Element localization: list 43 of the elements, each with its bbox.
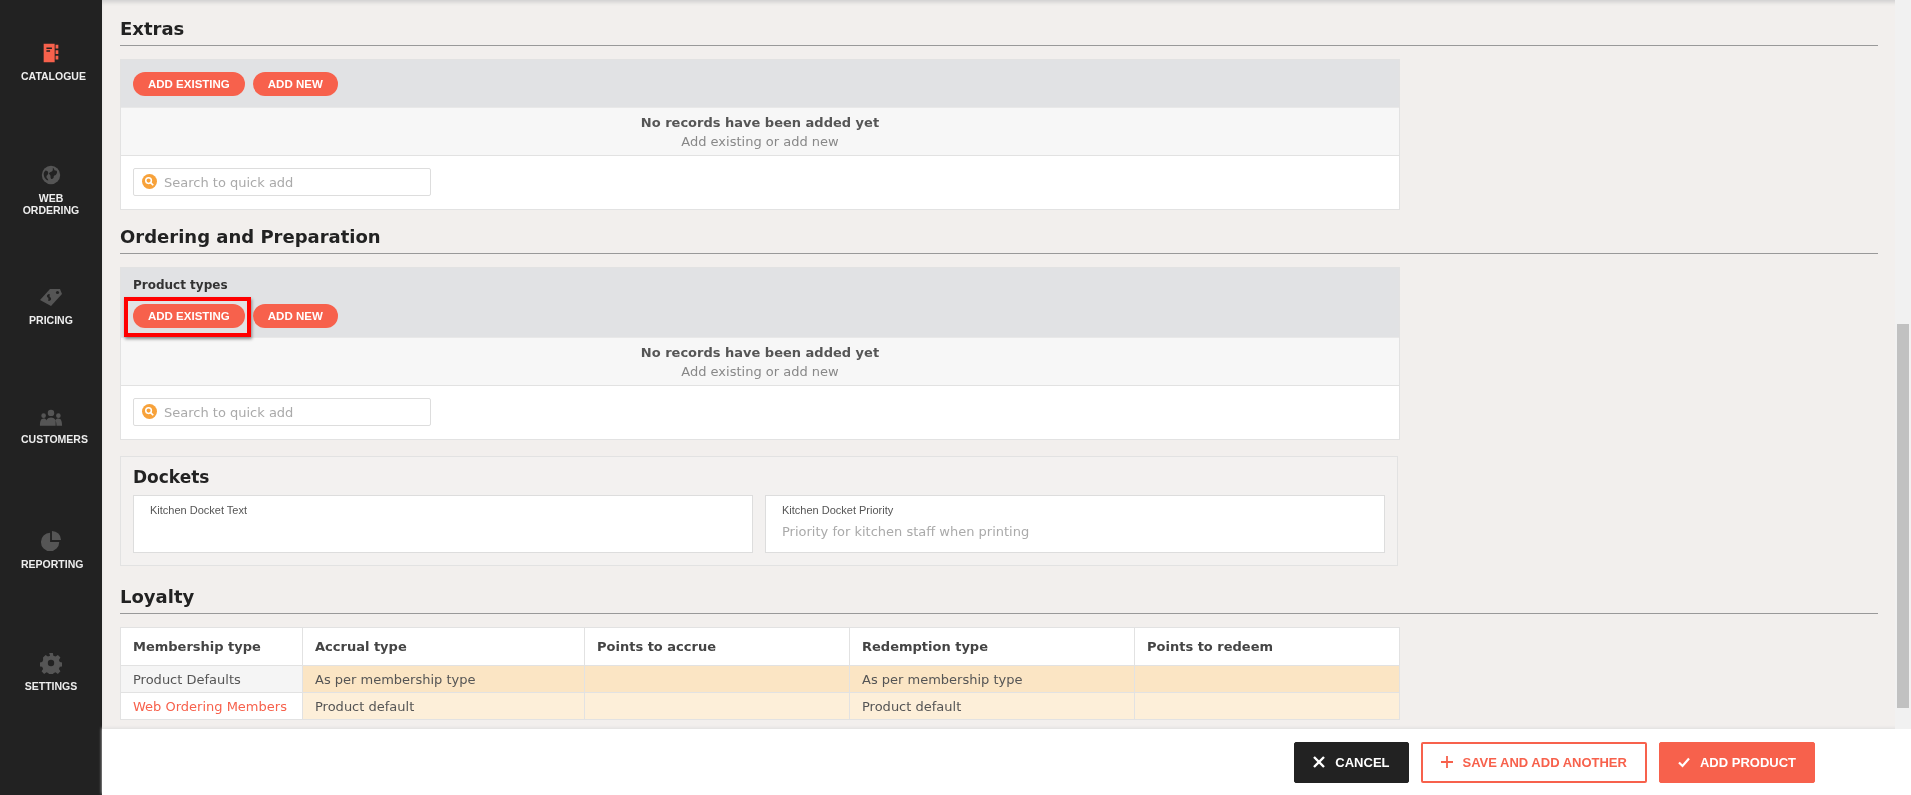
- empty-title: No records have been added yet: [639, 114, 881, 132]
- empty-title: No records have been added yet: [639, 344, 881, 362]
- close-icon: [1313, 756, 1326, 768]
- plus-icon: [1440, 756, 1453, 768]
- table-cell: Product Defaults: [120, 665, 303, 693]
- section-heading: Ordering and Preparation: [120, 226, 1878, 254]
- table-cell: Product default: [849, 692, 1135, 720]
- table-cell: As per membership type: [302, 665, 585, 693]
- sidebar-item[interactable]: SETTINGS: [0, 652, 102, 774]
- input-field[interactable]: [133, 495, 753, 553]
- cancel-button[interactable]: CANCEL: [1294, 741, 1409, 783]
- sidebar-item[interactable]: PRICING: [0, 286, 102, 408]
- search-icon: [142, 404, 157, 419]
- empty-hint: Add existing or add new: [680, 363, 840, 381]
- price-tag-icon: [38, 286, 64, 308]
- scrollbar-thumb[interactable]: [1897, 324, 1909, 708]
- field-label: Kitchen Docket Text: [150, 504, 247, 516]
- sidebar-item[interactable]: CUSTOMERS: [0, 408, 102, 530]
- column-header: Redemption type: [849, 627, 1135, 666]
- column-header: Membership type: [120, 627, 303, 666]
- panel-title: Dockets: [133, 467, 211, 487]
- sidebar-item[interactable]: WEB ORDERING: [0, 164, 102, 286]
- check-icon: [1677, 756, 1690, 768]
- column-header: Accrual type: [302, 627, 585, 666]
- field-label: Kitchen Docket Priority: [782, 504, 894, 516]
- column-header: Points to redeem: [1134, 627, 1400, 666]
- section-heading: Extras: [120, 18, 1878, 46]
- pie-chart-icon: [40, 530, 62, 552]
- settings-icon: [40, 652, 62, 674]
- column-header: Points to accrue: [584, 627, 850, 666]
- section-heading: Loyalty: [120, 586, 1878, 614]
- table-cell: As per membership type: [849, 665, 1135, 693]
- search-field[interactable]: Search to quick add: [133, 168, 431, 196]
- sidebar-item[interactable]: REPORTING: [0, 530, 102, 652]
- table-cell: Product default: [302, 692, 585, 720]
- globe-icon: [40, 164, 62, 186]
- search-field[interactable]: Search to quick add: [133, 398, 431, 426]
- sidebar-item[interactable]: CATALOGUE: [0, 42, 102, 164]
- panel-label: Product types: [133, 278, 229, 292]
- people-icon: [39, 408, 63, 427]
- search-icon: [142, 174, 157, 189]
- scrollbar[interactable]: [1895, 0, 1911, 729]
- empty-hint: Add existing or add new: [680, 133, 840, 151]
